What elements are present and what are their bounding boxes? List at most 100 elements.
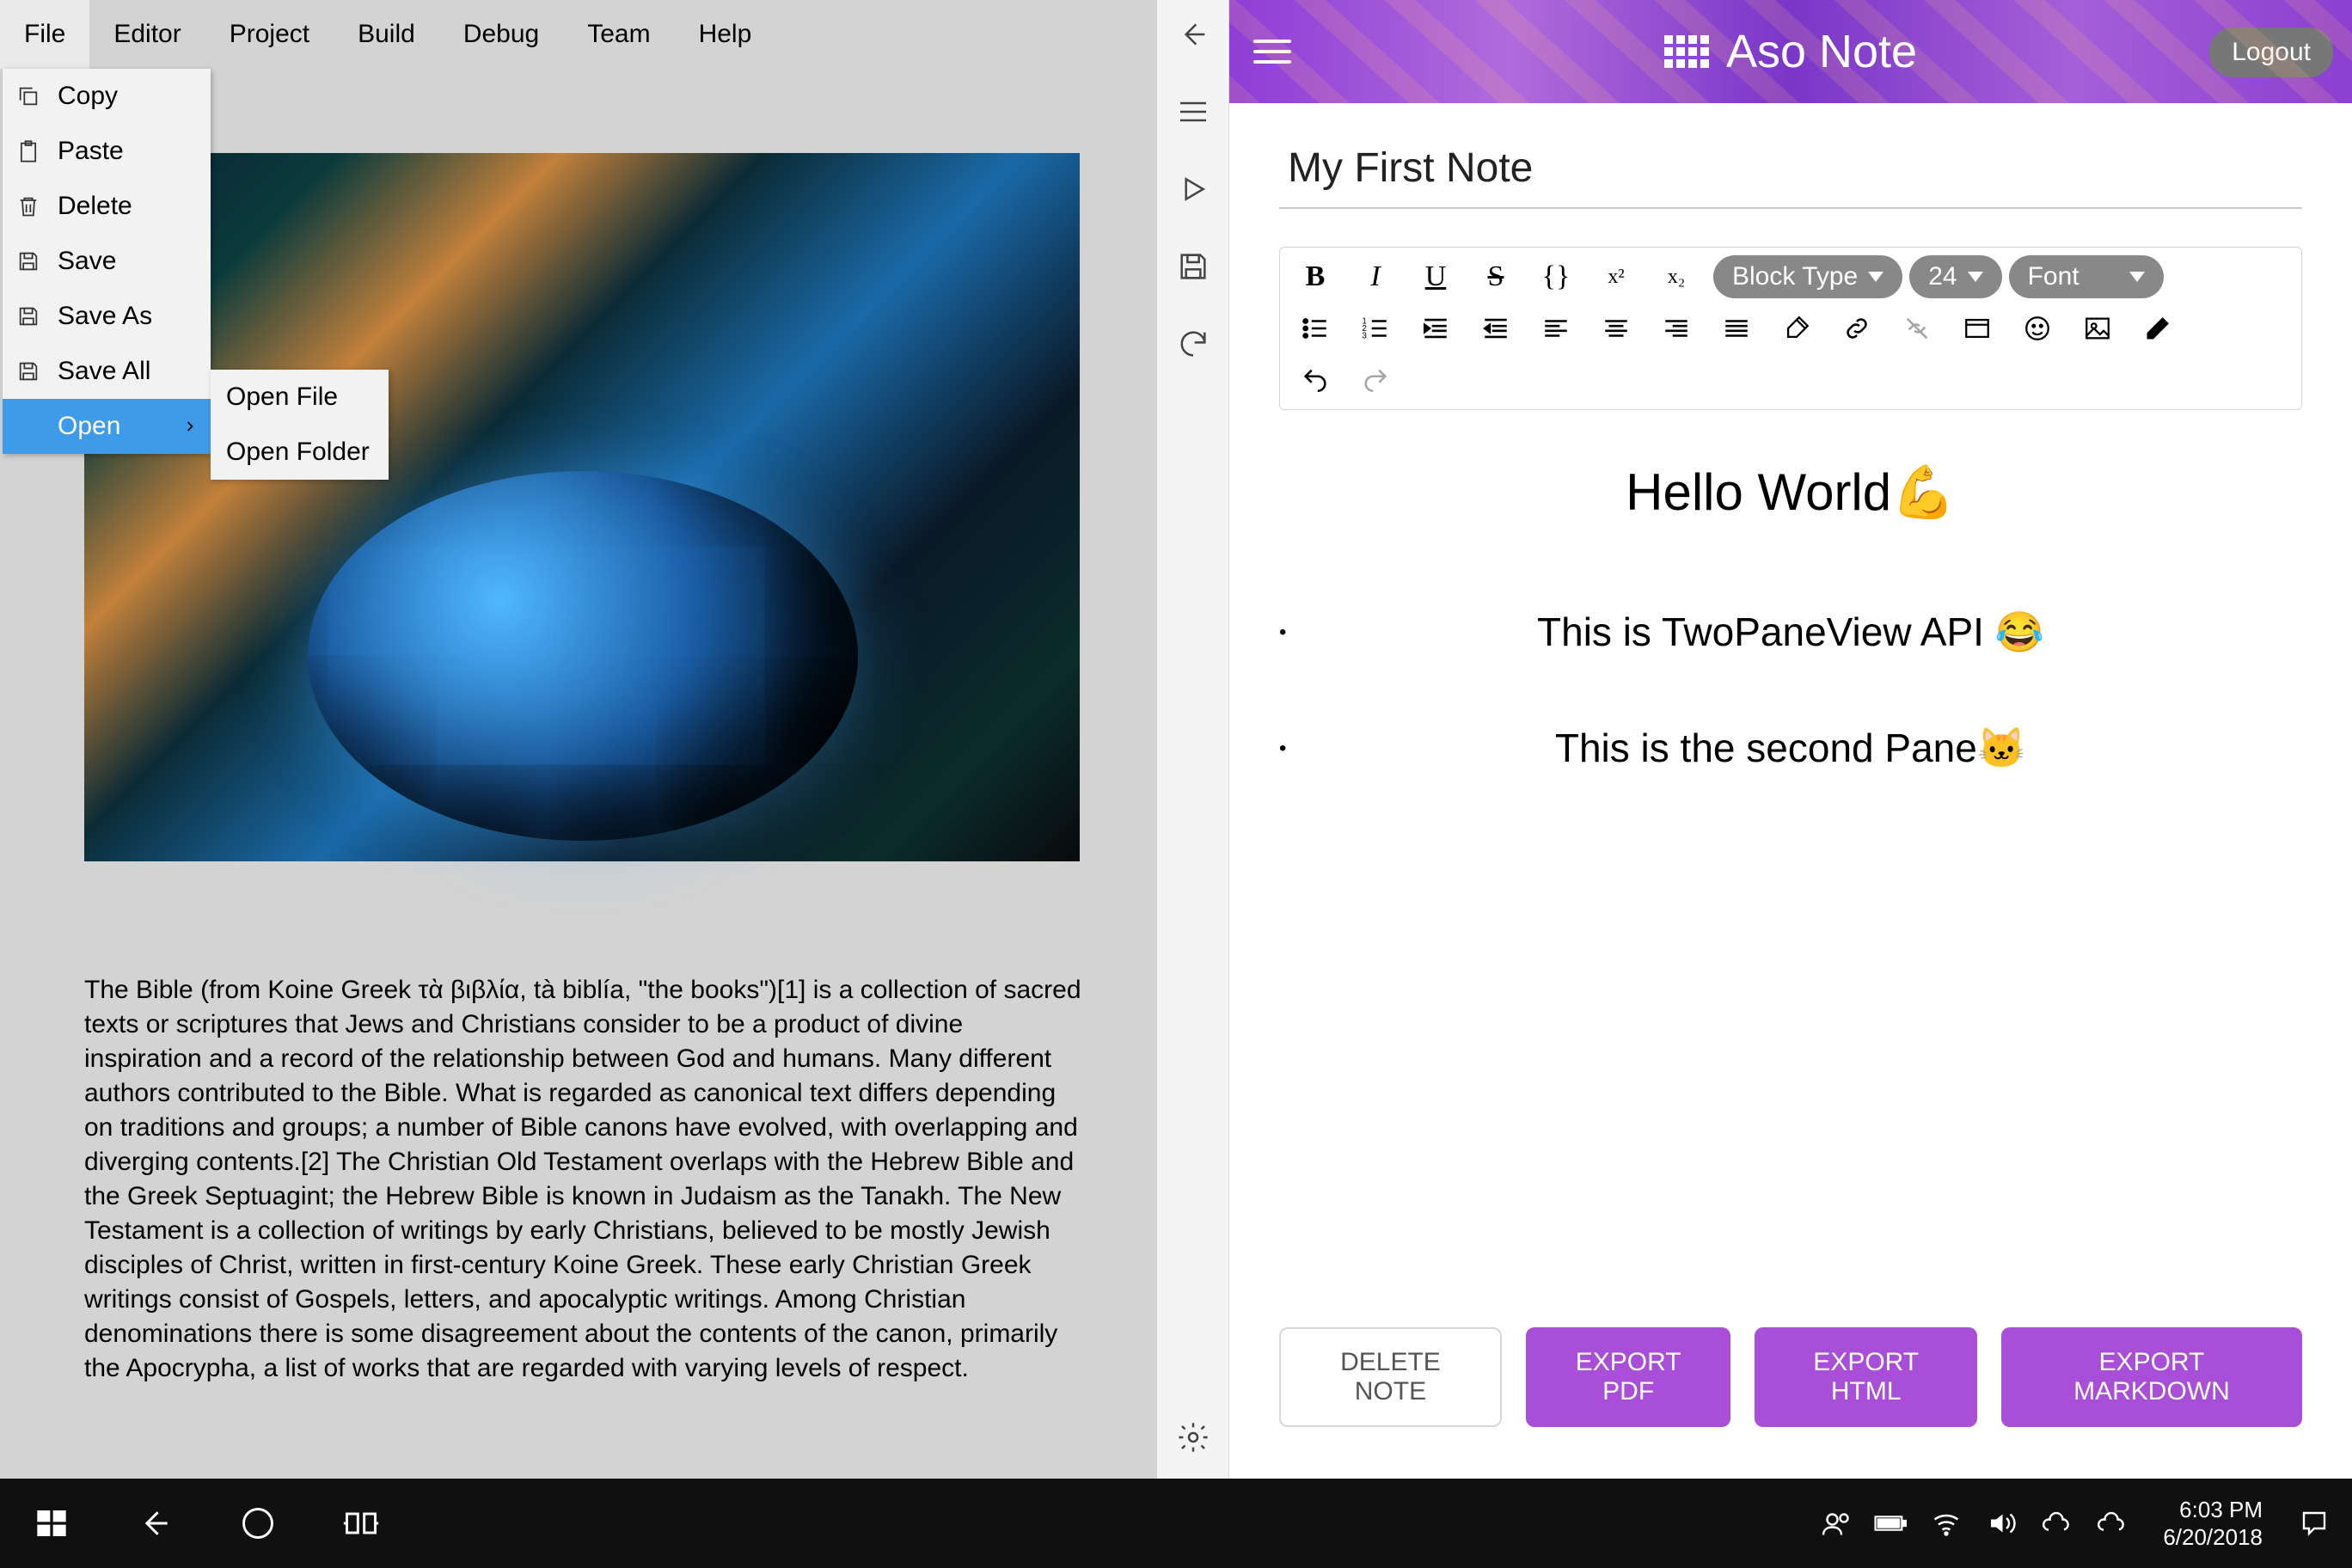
align-right-button[interactable] — [1646, 304, 1706, 352]
align-center-button[interactable] — [1586, 304, 1646, 352]
code-button[interactable]: {} — [1526, 253, 1586, 301]
file-open[interactable]: Open — [3, 399, 211, 454]
people-icon[interactable] — [1816, 1503, 1857, 1544]
save-icon — [15, 358, 42, 385]
cortana-button[interactable] — [206, 1479, 309, 1568]
logout-button[interactable]: Logout — [2209, 28, 2333, 77]
app-title-text: Aso Note — [1726, 25, 1917, 78]
underline-button[interactable]: U — [1406, 253, 1466, 301]
ol-button[interactable]: 123 — [1345, 304, 1406, 352]
label: Save As — [58, 302, 152, 331]
file-delete[interactable]: Delete — [3, 179, 211, 234]
menu-editor[interactable]: Editor — [89, 0, 205, 69]
block-type-select[interactable]: Block Type — [1713, 255, 1902, 298]
trash-icon — [15, 193, 42, 220]
task-view-button[interactable] — [309, 1479, 413, 1568]
indent-button[interactable] — [1406, 304, 1466, 352]
label: Delete — [58, 192, 132, 221]
label: Paste — [58, 137, 124, 166]
volume-icon[interactable] — [1981, 1503, 2022, 1544]
open-submenu: Open File Open Folder — [211, 370, 389, 480]
label: Save — [58, 247, 116, 276]
onedrive-icon[interactable] — [2036, 1503, 2077, 1544]
font-select[interactable]: Font — [2009, 255, 2164, 298]
file-dropdown: Copy Paste Delete Save Save As Save All … — [3, 69, 211, 454]
label: Save All — [58, 357, 150, 386]
align-left-button[interactable] — [1526, 304, 1586, 352]
battery-icon[interactable] — [1871, 1503, 1912, 1544]
outdent-button[interactable] — [1466, 304, 1526, 352]
chevron-right-icon — [181, 418, 199, 435]
menu-build[interactable]: Build — [334, 0, 439, 69]
clock[interactable]: 6:03 PM 6/20/2018 — [2146, 1496, 2280, 1551]
file-save-all[interactable]: Save All — [3, 344, 211, 399]
editor-toolbar: B I U S {} x² x₂ Block Type 24 Font 123 — [1279, 247, 2302, 410]
date-text: 6/20/2018 — [2163, 1523, 2263, 1551]
ul-button[interactable] — [1285, 304, 1345, 352]
right-pane: Aso Note Logout My First Note B I U S {}… — [1229, 0, 2352, 1479]
file-copy[interactable]: Copy — [3, 69, 211, 124]
strikethrough-button[interactable]: S — [1466, 253, 1526, 301]
italic-button[interactable]: I — [1345, 253, 1406, 301]
grid-icon — [1664, 35, 1709, 68]
settings-icon[interactable] — [1173, 1417, 1214, 1458]
menu-team[interactable]: Team — [563, 0, 674, 69]
label: Font — [2028, 262, 2079, 291]
export-pdf-button[interactable]: EXPORT PDF — [1526, 1327, 1731, 1427]
menu-icon[interactable] — [1173, 91, 1214, 132]
note-title[interactable]: My First Note — [1279, 144, 2302, 209]
taskbar: 6:03 PM 6/20/2018 — [0, 1479, 2352, 1568]
file-paste[interactable]: Paste — [3, 124, 211, 179]
app-header: Aso Note Logout — [1229, 0, 2352, 103]
unlink-button[interactable] — [1887, 304, 1947, 352]
blank-icon — [15, 413, 42, 440]
color-picker-button[interactable] — [1767, 304, 1827, 352]
undo-button[interactable] — [1285, 356, 1345, 404]
open-folder[interactable]: Open Folder — [211, 425, 389, 480]
start-button[interactable] — [0, 1479, 103, 1568]
left-pane: File Editor Project Build Debug Team Hel… — [0, 0, 1157, 1479]
eraser-button[interactable] — [2128, 304, 2188, 352]
superscript-button[interactable]: x² — [1586, 253, 1646, 301]
note-body: My First Note B I U S {} x² x₂ Block Typ… — [1236, 110, 2345, 1479]
hamburger-icon[interactable] — [1253, 33, 1291, 70]
menu-help[interactable]: Help — [675, 0, 776, 69]
link-button[interactable] — [1827, 304, 1887, 352]
file-save[interactable]: Save — [3, 234, 211, 289]
paste-icon — [15, 138, 42, 165]
bold-button[interactable]: B — [1285, 253, 1345, 301]
font-size-select[interactable]: 24 — [1909, 255, 2001, 298]
export-markdown-button[interactable]: EXPORT MARKDOWN — [2001, 1327, 2302, 1427]
menu-project[interactable]: Project — [205, 0, 334, 69]
label: 24 — [1928, 262, 1957, 291]
open-file[interactable]: Open File — [211, 370, 389, 425]
dropdown-icon — [1968, 272, 1983, 282]
back-nav-button[interactable] — [103, 1479, 206, 1568]
dropdown-icon — [1868, 272, 1883, 282]
back-icon[interactable] — [1173, 14, 1214, 55]
wifi-icon[interactable] — [1926, 1503, 1967, 1544]
redo-button[interactable] — [1345, 356, 1406, 404]
time-text: 6:03 PM — [2163, 1496, 2263, 1523]
body-text: The Bible (from Koine Greek τὰ βιβλία, t… — [84, 973, 1081, 1386]
save-icon[interactable] — [1173, 246, 1214, 287]
editor-content[interactable]: Hello World💪 This is TwoPaneView API 😂 T… — [1279, 462, 2302, 841]
embed-button[interactable] — [1947, 304, 2007, 352]
subscript-button[interactable]: x₂ — [1646, 253, 1706, 301]
export-html-button[interactable]: EXPORT HTML — [1755, 1327, 1976, 1427]
action-center-icon[interactable] — [2294, 1503, 2335, 1544]
onedrive-icon-2[interactable] — [2091, 1503, 2132, 1544]
file-save-as[interactable]: Save As — [3, 289, 211, 344]
image-button[interactable] — [2067, 304, 2128, 352]
emoji-button[interactable] — [2007, 304, 2067, 352]
menu-debug[interactable]: Debug — [439, 0, 563, 69]
delete-note-button[interactable]: DELETE NOTE — [1279, 1327, 1502, 1427]
play-icon[interactable] — [1173, 168, 1214, 210]
note-line-1: This is TwoPaneView API 😂 — [1279, 609, 2302, 656]
note-heading: Hello World💪 — [1279, 462, 2302, 523]
copy-icon — [15, 83, 42, 110]
bottom-actions: DELETE NOTE EXPORT PDF EXPORT HTML EXPOR… — [1279, 1327, 2302, 1427]
refresh-icon[interactable] — [1173, 323, 1214, 364]
menu-file[interactable]: File — [0, 0, 89, 69]
align-justify-button[interactable] — [1706, 304, 1767, 352]
